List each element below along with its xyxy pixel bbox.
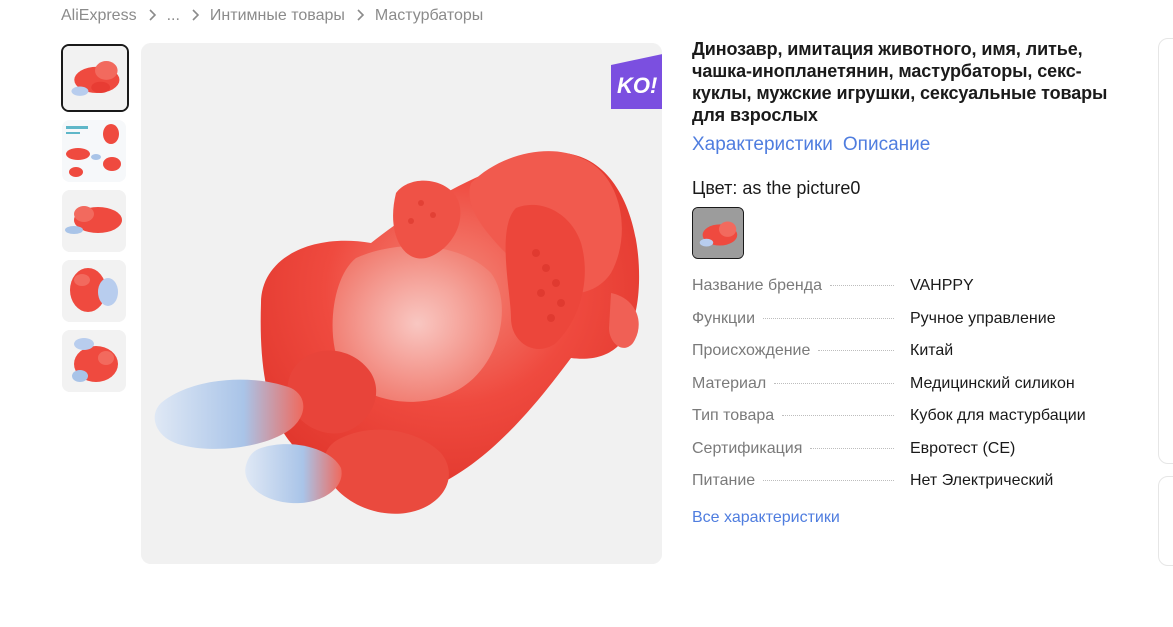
spec-dots bbox=[774, 382, 894, 384]
spec-dots bbox=[763, 317, 894, 319]
spec-value: Медицинский силикон bbox=[910, 374, 1075, 392]
tab-description[interactable]: Описание bbox=[843, 134, 930, 156]
spec-row: Сертификация Евротест (CE) bbox=[692, 440, 1122, 473]
spec-row: Название бренда VAHPPY bbox=[692, 277, 1122, 310]
chevron-right-icon bbox=[180, 7, 210, 25]
spec-name: Питание bbox=[692, 472, 756, 489]
chevron-right-icon bbox=[345, 7, 375, 25]
spec-name: Тип товара bbox=[692, 407, 775, 424]
spec-name: Происхождение bbox=[692, 342, 811, 359]
spec-name: Название бренда bbox=[692, 277, 822, 294]
tab-characteristics[interactable]: Характеристики bbox=[692, 134, 833, 156]
product-tabs: Характеристики Описание bbox=[692, 134, 1132, 156]
spec-row: Питание Нет Электрический bbox=[692, 472, 1122, 505]
thumbnail-1[interactable] bbox=[61, 44, 129, 112]
spec-name: Функции bbox=[692, 309, 756, 327]
color-label: Цвет: as the picture0 bbox=[692, 178, 861, 198]
thumbnail-3[interactable] bbox=[62, 190, 126, 252]
spec-value: Евротест (CE) bbox=[910, 439, 1016, 457]
breadcrumb-aliexpress[interactable]: AliExpress bbox=[61, 7, 137, 25]
spec-dots bbox=[810, 447, 894, 449]
specs-list: Название бренда VAHPPY Функции Ручное уп… bbox=[692, 277, 1122, 505]
product-title: Динозавр, имитация животного, имя, литье… bbox=[692, 39, 1108, 125]
spec-row: Материал Медицинский силикон bbox=[692, 375, 1122, 408]
color-option-swatch[interactable] bbox=[692, 207, 744, 259]
side-panel-card bbox=[1158, 476, 1173, 566]
all-specs-link[interactable]: Все характеристики bbox=[692, 509, 1132, 527]
thumbnail-list bbox=[61, 44, 130, 400]
thumbnail-4[interactable] bbox=[62, 260, 126, 322]
spec-dots bbox=[782, 415, 894, 416]
main-product-image[interactable]: KO! bbox=[141, 43, 662, 564]
svg-text:KO!: KO! bbox=[617, 73, 657, 98]
spec-row: Тип товара Кубок для мастурбации bbox=[692, 407, 1122, 440]
product-photo bbox=[141, 43, 662, 564]
thumbnail-2[interactable] bbox=[62, 120, 126, 182]
product-thumbnail-image bbox=[62, 120, 126, 182]
breadcrumb: AliExpress ... Интимные товары Мастурбат… bbox=[61, 5, 483, 27]
ko-badge-icon: KO! bbox=[611, 54, 662, 109]
side-panel-card bbox=[1158, 38, 1173, 464]
thumbnail-5[interactable] bbox=[62, 330, 126, 392]
breadcrumb-intimate-goods[interactable]: Интимные товары bbox=[210, 7, 345, 25]
spec-value: VAHPPY bbox=[910, 277, 974, 294]
product-thumbnail-image bbox=[63, 46, 127, 110]
spec-value: Нет Электрический bbox=[910, 472, 1054, 489]
spec-row: Функции Ручное управление bbox=[692, 310, 1122, 343]
spec-dots bbox=[829, 285, 894, 286]
spec-name: Сертификация bbox=[692, 439, 803, 457]
product-thumbnail-image bbox=[62, 190, 126, 252]
breadcrumb-ellipsis[interactable]: ... bbox=[167, 7, 180, 25]
product-info: Динозавр, имитация животного, имя, литье… bbox=[692, 38, 1132, 527]
spec-row: Происхождение Китай bbox=[692, 342, 1122, 375]
spec-dots bbox=[763, 480, 894, 481]
chevron-right-icon bbox=[137, 7, 167, 25]
spec-name: Материал bbox=[692, 374, 767, 392]
product-thumbnail-image bbox=[693, 208, 743, 258]
breadcrumb-category[interactable]: Мастурбаторы bbox=[375, 7, 483, 25]
spec-dots bbox=[818, 350, 894, 351]
product-thumbnail-image bbox=[62, 260, 126, 322]
spec-value: Ручное управление bbox=[910, 309, 1056, 327]
spec-value: Кубок для мастурбации bbox=[910, 407, 1086, 424]
spec-value: Китай bbox=[910, 342, 954, 359]
product-thumbnail-image bbox=[62, 330, 126, 392]
